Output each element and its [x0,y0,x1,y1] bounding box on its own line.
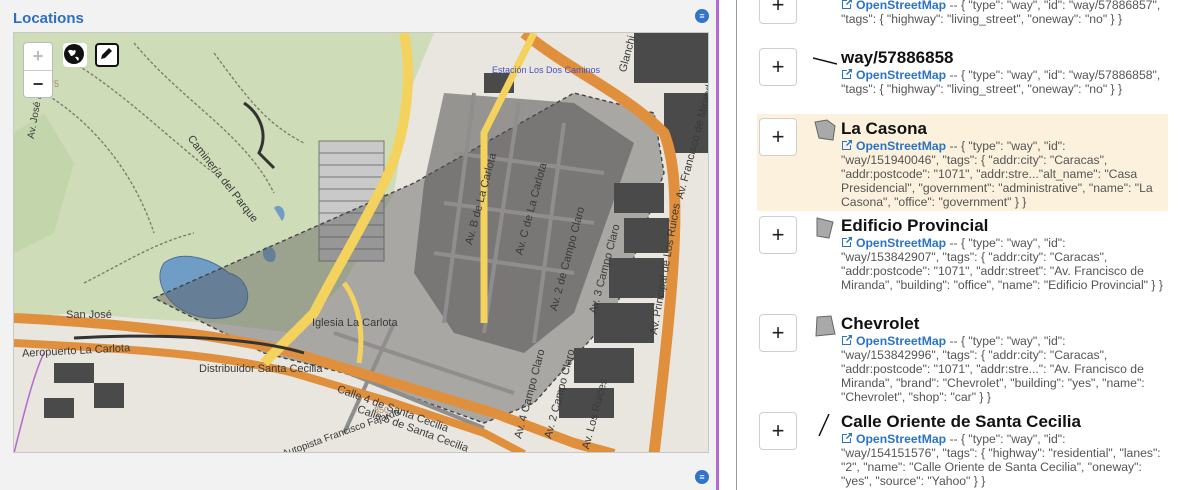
result-description: OpenStreetMap -- { "type": "way", "id": … [841,68,1161,96]
result-item: + Chevrolet OpenStreetMap -- { "type": "… [757,312,1168,408]
add-button[interactable]: + [759,314,797,352]
edit-button[interactable] [95,43,119,67]
result-title: La Casona [841,119,927,138]
external-link-icon [842,69,852,79]
result-description: OpenStreetMap -- { "type": "way", "id": … [841,0,1161,26]
line-icon [818,413,830,436]
map-label: Estación Los Dos Caminos [492,65,601,75]
external-link-icon [842,433,852,443]
map-label: Distribuidor Santa Cecilia [199,363,323,375]
external-link-icon [842,237,852,247]
osm-link[interactable]: OpenStreetMap [841,432,946,446]
map-label: 850 [374,405,390,415]
pencil-icon [101,48,112,59]
result-description: OpenStreetMap -- { "type": "way", "id": … [841,334,1145,404]
locations-panel: Locations ≡ Estación Los Dos Caminos Cam… [0,0,716,490]
globe-icon [64,44,84,64]
collapse-icon[interactable]: ≡ [695,470,709,484]
external-link-icon [842,335,852,345]
polygon-icon [815,315,836,337]
add-button[interactable]: + [759,118,797,156]
map-view[interactable]: Estación Los Dos Caminos Caminería del P… [13,32,709,453]
result-description: OpenStreetMap -- { "type": "way", "id": … [841,236,1163,292]
add-button[interactable]: + [759,0,797,24]
result-title: way/57886858 [841,48,954,67]
result-title: Edificio Provincial [841,216,989,235]
results-panel: + OpenStreetMap -- { "type": "way", "id"… [736,0,1179,490]
result-title: Calle Oriente de Santa Cecilia [841,412,1081,431]
add-button[interactable]: + [759,48,797,86]
add-button[interactable]: + [759,412,797,450]
zoom-control: + − [23,42,53,98]
map-label: San José [66,309,112,321]
result-description: OpenStreetMap -- { "type": "way", "id": … [841,139,1153,209]
result-title: Chevrolet [841,314,920,333]
polygon-icon [814,119,836,141]
external-link-icon [842,140,852,150]
line-icon [813,57,837,65]
result-item-selected: + La Casona OpenStreetMap -- { "type": "… [757,114,1168,211]
result-item: + OpenStreetMap -- { "type": "way", "id"… [757,0,1168,42]
result-item: + Edificio Provincial OpenStreetMap -- {… [757,214,1168,310]
result-item: + Calle Oriente de Santa Cecilia OpenStr… [757,410,1168,490]
app-root: Locations ≡ Estación Los Dos Caminos Cam… [0,0,1179,490]
external-link-icon [842,0,852,9]
osm-link[interactable]: OpenStreetMap [841,236,946,250]
result-description: OpenStreetMap -- { "type": "way", "id": … [841,432,1161,488]
collapse-icon[interactable]: ≡ [695,9,709,23]
polygon-icon [816,217,834,239]
osm-link[interactable]: OpenStreetMap [841,0,946,12]
add-button[interactable]: + [759,216,797,254]
osm-link[interactable]: OpenStreetMap [841,68,946,82]
zoom-out-button[interactable]: − [24,70,52,97]
divider [716,0,719,490]
map-label: Iglesia La Carlota [312,317,398,329]
zoom-in-button[interactable]: + [24,43,52,70]
osm-link[interactable]: OpenStreetMap [841,139,946,153]
osm-link[interactable]: OpenStreetMap [841,334,946,348]
locations-title: Locations [13,10,84,27]
globe-button[interactable] [63,43,87,67]
result-item: + way/57886858 OpenStreetMap -- { "type"… [757,44,1168,114]
